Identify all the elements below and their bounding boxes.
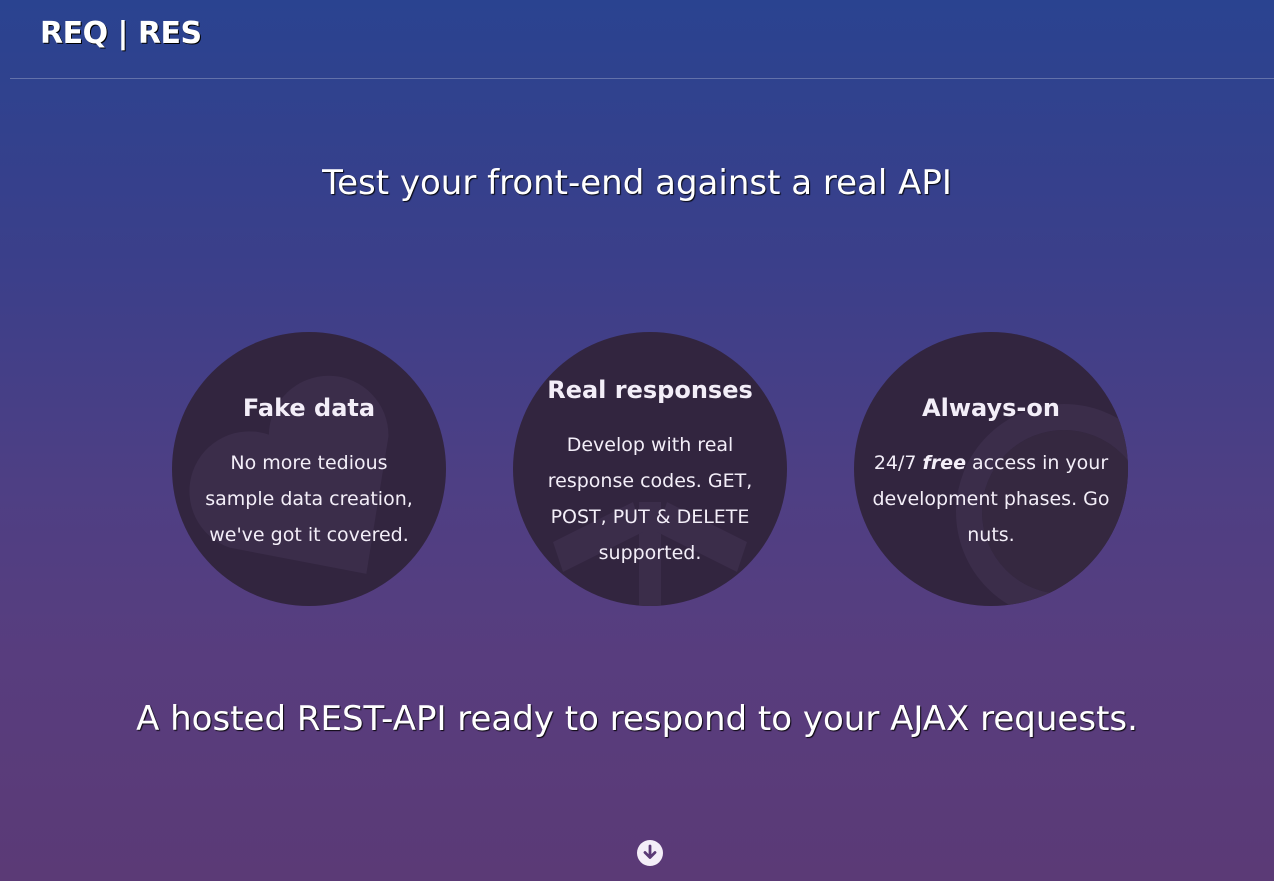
logo[interactable]: REQ | RES [40,16,202,51]
feature-text: Develop with real response codes. GET, P… [547,434,753,564]
feature-title: Real responses [547,376,753,404]
feature-text: 24/7 free access in your development pha… [866,445,1116,553]
feature-text-prefix: 24/7 [873,452,923,474]
arrow-down-circle-icon[interactable] [637,840,663,866]
feature-title: Fake data [242,394,376,422]
feature-circle-real-responses: Real responses Develop with real respons… [513,332,787,606]
feature-circle-always-on: Always-on 24/7 free access in your devel… [854,332,1128,606]
feature-circle-fake-data: Fake data No more tedious sample data cr… [172,332,446,606]
feature-title: Always-on [922,394,1060,422]
headline: A hosted REST-API ready to respond to yo… [136,699,1138,739]
feature-text: No more tedious sample data creation, we… [205,452,413,546]
feature-text-emphasis: free [922,452,966,474]
header: REQ | RES [10,0,1274,79]
tagline: Test your front-end against a real API [322,163,952,203]
